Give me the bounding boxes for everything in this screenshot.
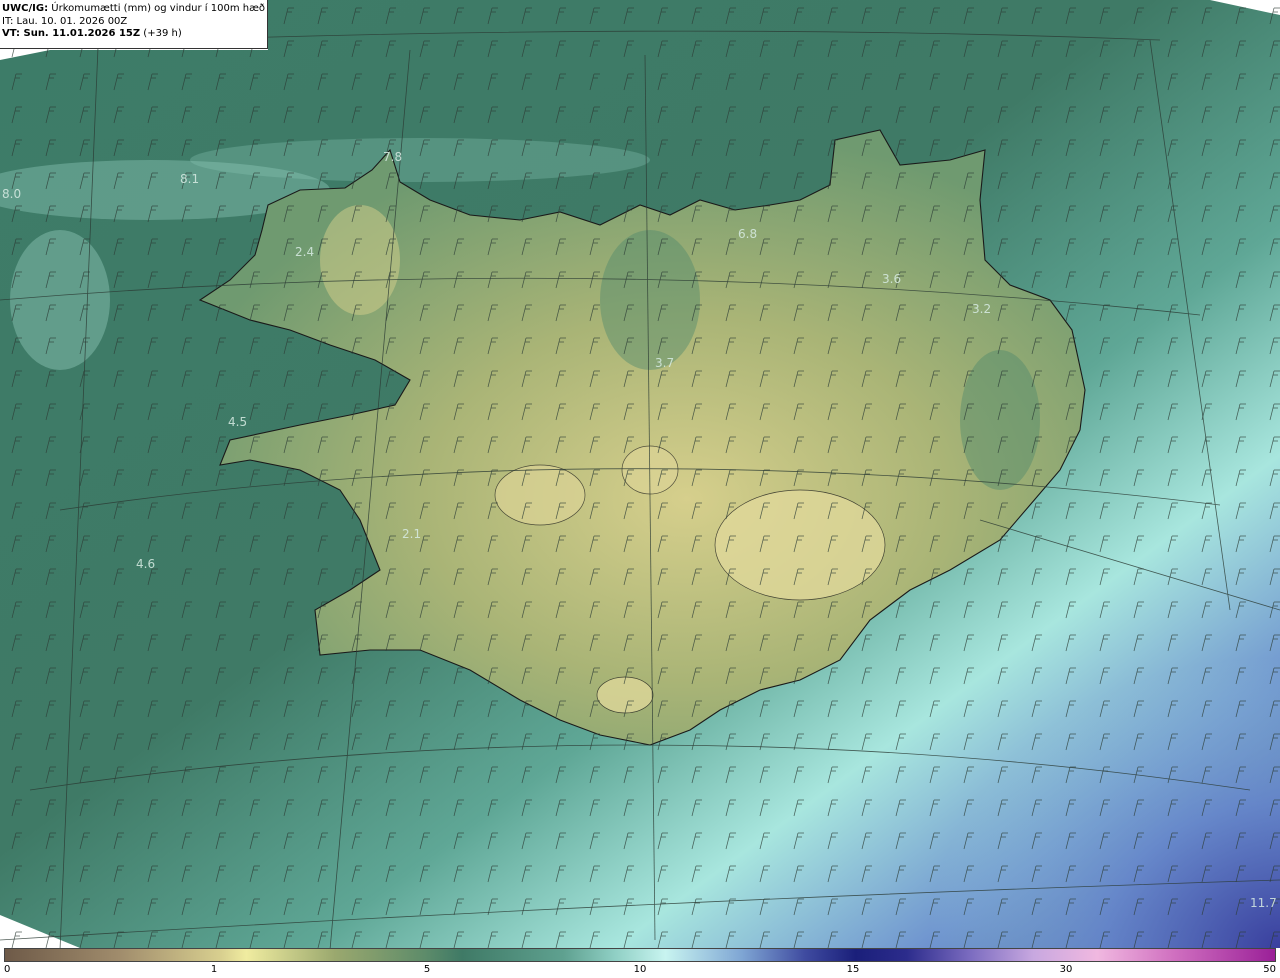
initial-time: IT: Lau. 10. 01. 2026 00Z xyxy=(2,15,128,27)
colorbar-tick: 50 xyxy=(1263,964,1276,975)
colorbar-tick: 15 xyxy=(846,964,860,975)
map-label: 3.7 xyxy=(655,356,674,370)
map-label: 4.6 xyxy=(136,557,155,571)
colorbar-tick: 1 xyxy=(210,964,218,975)
valid-time-line: VT: Sun. 11.01.2026 15Z (+39 h) xyxy=(2,28,267,41)
map-label: 8.1 xyxy=(180,172,199,186)
colorbar-tick: 10 xyxy=(633,964,647,975)
map-label: 2.4 xyxy=(295,245,314,259)
title-line: UWC/IG: Úrkomumætti (mm) og vindur í 100… xyxy=(2,3,267,16)
map-title-box: UWC/IG: Úrkomumætti (mm) og vindur í 100… xyxy=(0,0,268,49)
map-label: 6.8 xyxy=(738,227,757,241)
forecast-hour: (+39 h) xyxy=(140,28,182,39)
colorbar-tick: 5 xyxy=(423,964,431,975)
colorbar-strip xyxy=(4,948,1276,962)
wind-barbs xyxy=(0,0,1280,948)
map-label: 2.1 xyxy=(402,527,421,541)
valid-time: VT: Sun. 11.01.2026 15Z xyxy=(2,28,141,39)
colorbar: 0 1 5 10 15 30 50 xyxy=(0,948,1280,978)
map-label: 3.6 xyxy=(882,272,901,286)
colorbar-tick: 30 xyxy=(1059,964,1073,975)
map-label: 11.7 xyxy=(1250,896,1277,910)
colorbar-tick: 0 xyxy=(4,964,11,975)
map-label: 3.2 xyxy=(972,302,991,316)
map-label: 8.0 xyxy=(2,187,21,201)
title-text: Úrkomumætti (mm) og vindur í 100m hæð xyxy=(48,3,266,14)
precipitation-wind-map: 7.8 8.1 8.0 2.4 6.8 3.6 3.2 3.7 4.5 2.1 … xyxy=(0,0,1280,948)
map-label: 4.5 xyxy=(228,415,247,429)
map-label: 7.8 xyxy=(383,150,402,164)
model-code: UWC/IG: xyxy=(2,3,49,14)
